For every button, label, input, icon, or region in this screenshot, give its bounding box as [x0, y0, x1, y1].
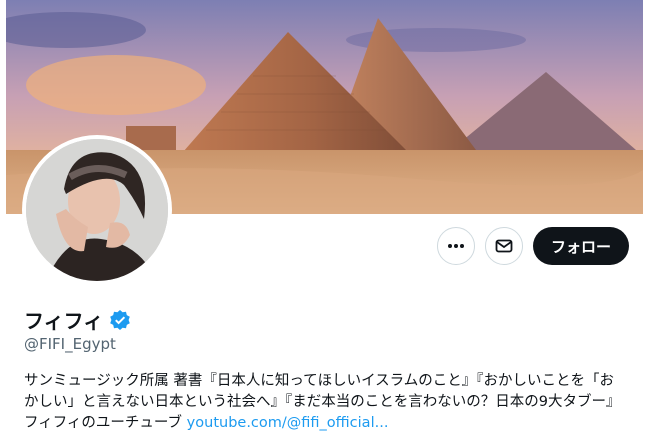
- bio-link[interactable]: youtube.com/@fifi_official...: [187, 415, 389, 431]
- more-button[interactable]: [436, 227, 475, 265]
- envelope-icon: [495, 239, 513, 253]
- name-row: フィフィ: [24, 305, 131, 334]
- message-button[interactable]: [484, 227, 523, 265]
- more-icon: [447, 244, 464, 248]
- verified-badge-icon[interactable]: [109, 309, 131, 331]
- follow-button[interactable]: フォロー: [532, 227, 629, 265]
- profile-actions: フォロー: [436, 227, 629, 265]
- profile-avatar[interactable]: [22, 135, 172, 285]
- display-name: フィフィ: [24, 309, 104, 333]
- user-handle: @FIFI_Egypt: [24, 335, 116, 353]
- profile-bio: サンミュージック所属 著書『日本人に知ってほしいイスラムのこと』『おかしいことを…: [24, 371, 624, 434]
